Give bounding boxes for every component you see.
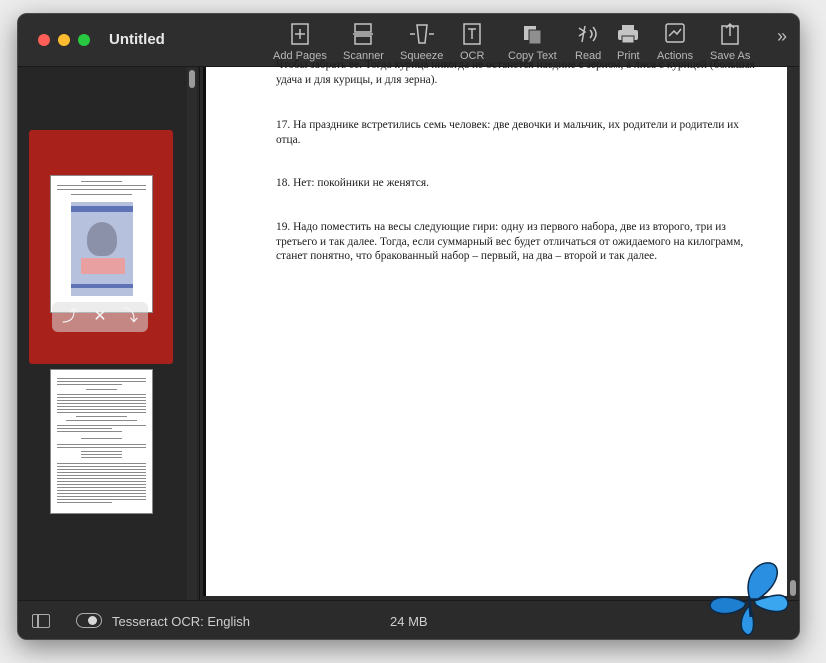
copy-text-icon [524,26,542,45]
page-thumbnail-2[interactable] [50,369,153,514]
file-size-label: 24 MB [390,614,428,629]
close-window-button[interactable] [38,34,50,46]
actions-button[interactable]: Actions [657,22,693,62]
rotate-left-icon[interactable]: ⤴ [60,307,80,327]
ocr-button[interactable]: OCR [460,22,484,62]
document-scrollbar[interactable] [787,67,799,600]
paragraph-16: Чтобы забрать ее. Тогда курица никогда н… [276,59,755,86]
page-thumbnail-sidebar: ⤴ ✕ ⤵ [18,67,199,632]
window-title: Untitled [109,31,165,48]
toggle-knob [88,616,97,625]
save-as-button[interactable]: Save As [710,22,750,62]
thumbnail-action-overlay: ⤴ ✕ ⤵ [52,302,148,332]
app-window: Untitled Add Pages Scanner Squeeze OCR C… [17,13,800,640]
actions-icon [665,23,685,43]
ocr-icon [463,23,481,45]
document-page[interactable]: Чтобы забрать ее. Тогда курица никогда н… [203,59,787,596]
add-pages-icon [291,23,309,45]
squeeze-icon [409,24,434,44]
add-pages-button[interactable]: Add Pages [273,22,327,62]
paragraph-19: 19. Надо поместить на весы следующие гир… [276,221,744,262]
minimize-window-button[interactable] [58,34,70,46]
sidebar-toggle-icon[interactable] [32,614,50,628]
sidebar-scroll-thumb[interactable] [189,70,195,88]
maximize-window-button[interactable] [78,34,90,46]
scanner-button[interactable]: Scanner [343,22,384,62]
scanner-icon [353,23,374,45]
sidebar-scrollbar[interactable] [187,67,197,600]
butterfly-icon [709,562,789,636]
copy-text-button[interactable]: Copy Text [508,22,557,62]
read-button[interactable]: Read [575,22,601,62]
paragraph-17: 17. На празднике встретились семь челове… [276,119,739,146]
print-button[interactable]: Print [617,22,640,62]
save-as-icon [721,22,739,45]
book-cover-image [71,202,133,296]
toolbar-overflow-button[interactable]: » [777,26,787,47]
read-icon [578,25,597,43]
status-bar: Tesseract OCR: English 24 MB [18,600,799,639]
ocr-engine-label: Tesseract OCR: English [112,614,250,629]
rotate-right-icon[interactable]: ⤵ [120,307,140,327]
page-thumbnail-1[interactable] [50,175,153,313]
delete-page-icon[interactable]: ✕ [90,307,110,327]
print-icon [618,25,639,44]
paragraph-18: 18. Нет: покойники не женятся. [276,177,429,189]
squeeze-button[interactable]: Squeeze [400,22,443,62]
